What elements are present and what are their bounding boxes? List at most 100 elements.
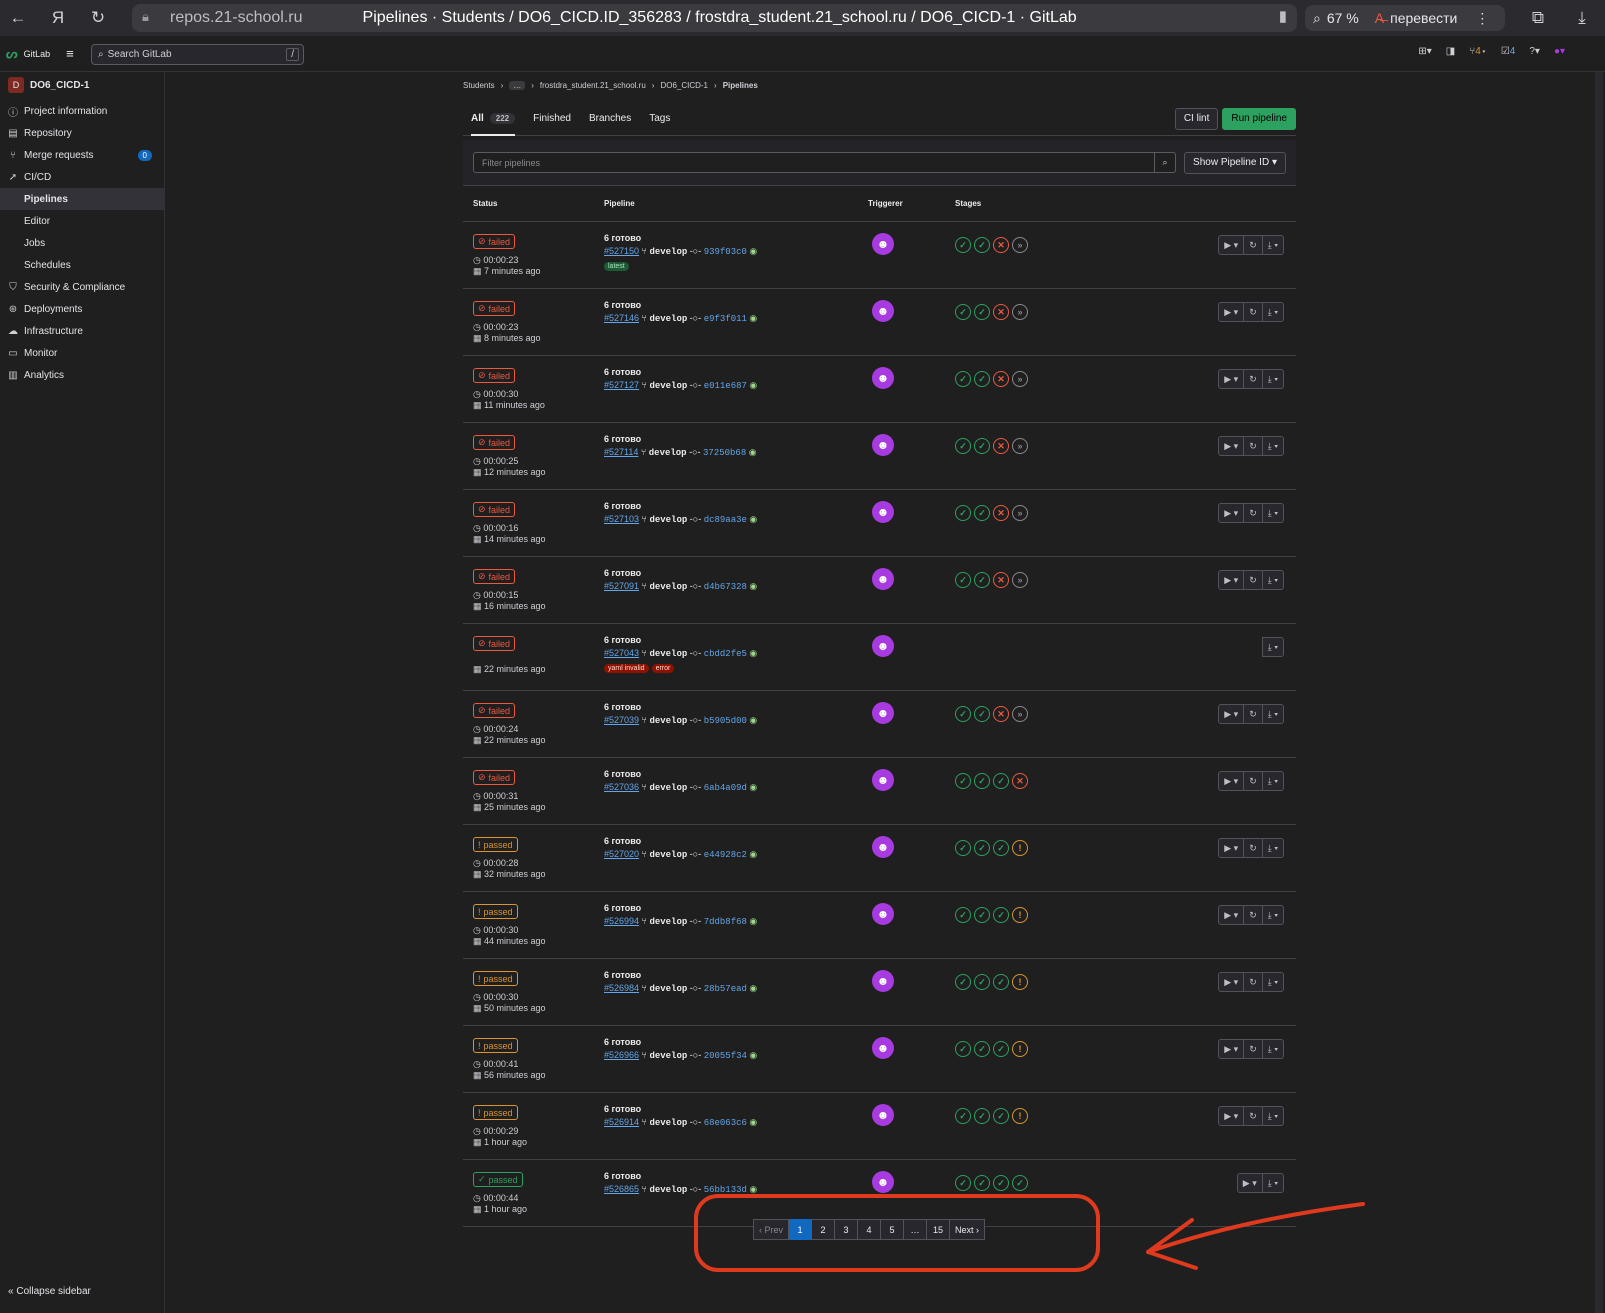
status-badge[interactable]: ! passed bbox=[473, 971, 518, 986]
sidebar-item-merge-requests[interactable]: ⑂ Merge requests 0 bbox=[0, 144, 164, 166]
stage-fail-icon[interactable]: ✕ bbox=[993, 304, 1009, 320]
stage-fail-icon[interactable]: ✕ bbox=[993, 706, 1009, 722]
pipeline-id-link[interactable]: #527091 bbox=[604, 581, 639, 591]
play-manual-button[interactable]: ▶ ▾ bbox=[1218, 704, 1245, 724]
reload-icon[interactable]: ↻ bbox=[84, 4, 112, 32]
commit-sha[interactable]: 20055f34 bbox=[704, 1051, 747, 1061]
stage-ok-icon[interactable]: ✓ bbox=[974, 572, 990, 588]
triggerer-avatar[interactable]: ☻ bbox=[872, 434, 894, 456]
issues-icon[interactable]: ◨ bbox=[1446, 46, 1455, 57]
commit-sha[interactable]: cbdd2fe5 bbox=[704, 649, 747, 659]
status-badge[interactable]: ! passed bbox=[473, 1038, 518, 1053]
stage-ok-icon[interactable]: ✓ bbox=[974, 907, 990, 923]
page-5[interactable]: 5 bbox=[881, 1219, 905, 1240]
download-artifacts-button[interactable]: ⤓ ▾ bbox=[1262, 704, 1284, 724]
stage-fail-icon[interactable]: ✕ bbox=[993, 371, 1009, 387]
stage-skip-icon[interactable]: » bbox=[1012, 304, 1028, 320]
commit-title[interactable]: 6 готово bbox=[604, 701, 757, 714]
breadcrumb-item[interactable]: frostdra_student.21_school.ru bbox=[540, 81, 646, 90]
pipeline-id-link[interactable]: #527020 bbox=[604, 849, 639, 859]
retry-button[interactable]: ↻ bbox=[1244, 1039, 1263, 1059]
pipeline-id-link[interactable]: #527146 bbox=[604, 313, 639, 323]
retry-button[interactable]: ↻ bbox=[1244, 771, 1263, 791]
stage-ok-icon[interactable]: ✓ bbox=[1012, 1175, 1028, 1191]
commit-title[interactable]: 6 готово bbox=[604, 567, 757, 580]
zoom-icon[interactable]: ⌕ bbox=[1313, 10, 1321, 27]
play-manual-button[interactable]: ▶ ▾ bbox=[1218, 436, 1245, 456]
status-badge[interactable]: ⊘ failed bbox=[473, 636, 516, 651]
stage-ok-icon[interactable]: ✓ bbox=[955, 438, 971, 454]
commit-title[interactable]: 6 готово bbox=[604, 969, 757, 982]
stage-ok-icon[interactable]: ✓ bbox=[974, 1041, 990, 1057]
stage-ok-icon[interactable]: ✓ bbox=[974, 438, 990, 454]
branch-name[interactable]: develop bbox=[649, 582, 687, 592]
commit-sha[interactable]: 37250b68 bbox=[703, 448, 746, 458]
sidebar-item-pipelines[interactable]: Pipelines bbox=[0, 188, 164, 210]
sidebar-item-ci-cd[interactable]: ➚ CI/CD bbox=[0, 166, 164, 188]
stage-warn-icon[interactable]: ! bbox=[1012, 974, 1028, 990]
status-badge[interactable]: ⊘ failed bbox=[473, 703, 516, 718]
stage-ok-icon[interactable]: ✓ bbox=[993, 1175, 1009, 1191]
stage-skip-icon[interactable]: » bbox=[1012, 505, 1028, 521]
pipeline-id-link[interactable]: #527150 bbox=[604, 246, 639, 256]
sidebar-item-analytics[interactable]: ▥ Analytics bbox=[0, 364, 164, 386]
retry-button[interactable]: ↻ bbox=[1244, 235, 1263, 255]
status-badge[interactable]: ⊘ failed bbox=[473, 569, 516, 584]
commit-sha[interactable]: e9f3f011 bbox=[704, 314, 747, 324]
pipeline-id-link[interactable]: #527039 bbox=[604, 715, 639, 725]
download-artifacts-button[interactable]: ⤓ ▾ bbox=[1262, 369, 1284, 389]
download-artifacts-button[interactable]: ⤓ ▾ bbox=[1262, 436, 1284, 456]
branch-name[interactable]: develop bbox=[649, 381, 687, 391]
commit-title[interactable]: 6 готово bbox=[604, 768, 757, 781]
branch-name[interactable]: develop bbox=[649, 984, 687, 994]
stage-fail-icon[interactable]: ✕ bbox=[993, 438, 1009, 454]
stage-ok-icon[interactable]: ✓ bbox=[955, 505, 971, 521]
status-badge[interactable]: ⊘ failed bbox=[473, 435, 516, 450]
commit-title[interactable]: 6 готово bbox=[604, 1036, 757, 1049]
merge-requests-icon[interactable]: ⑂4▾ bbox=[1469, 46, 1487, 57]
commit-sha[interactable]: 939f03c0 bbox=[704, 247, 747, 257]
triggerer-avatar[interactable]: ☻ bbox=[872, 635, 894, 657]
pipeline-id-link[interactable]: #527114 bbox=[604, 447, 638, 457]
run-pipeline-button[interactable]: Run pipeline bbox=[1222, 107, 1296, 130]
commit-title[interactable]: 6 готово bbox=[604, 835, 757, 848]
download-artifacts-button[interactable]: ⤓ ▾ bbox=[1262, 1106, 1284, 1126]
stage-ok-icon[interactable]: ✓ bbox=[993, 773, 1009, 789]
sidebar-item-editor[interactable]: Editor bbox=[0, 210, 164, 232]
brand-name[interactable]: GitLab bbox=[24, 49, 51, 59]
stage-ok-icon[interactable]: ✓ bbox=[993, 1041, 1009, 1057]
sidebar-item-security-compliance[interactable]: ⛉ Security & Compliance bbox=[0, 276, 164, 298]
stage-ok-icon[interactable]: ✓ bbox=[974, 974, 990, 990]
pipeline-id-link[interactable]: #527036 bbox=[604, 782, 639, 792]
triggerer-avatar[interactable]: ☻ bbox=[872, 769, 894, 791]
download-artifacts-button[interactable]: ⤓ ▾ bbox=[1262, 503, 1284, 523]
commit-sha[interactable]: 28b57ead bbox=[704, 984, 747, 994]
stage-ok-icon[interactable]: ✓ bbox=[974, 1108, 990, 1124]
branch-name[interactable]: develop bbox=[649, 850, 687, 860]
download-artifacts-button[interactable]: ⤓ ▾ bbox=[1262, 1039, 1284, 1059]
stage-ok-icon[interactable]: ✓ bbox=[955, 907, 971, 923]
tab-all[interactable]: All 222 bbox=[471, 112, 516, 136]
stage-ok-icon[interactable]: ✓ bbox=[955, 1175, 971, 1191]
pipeline-id-link[interactable]: #526865 bbox=[604, 1184, 639, 1194]
stage-ok-icon[interactable]: ✓ bbox=[974, 706, 990, 722]
branch-name[interactable]: develop bbox=[649, 716, 687, 726]
filter-input[interactable]: Filter pipelines ⌕ bbox=[473, 152, 1177, 173]
page-2[interactable]: 2 bbox=[812, 1219, 836, 1240]
page-1[interactable]: 1 bbox=[789, 1219, 813, 1240]
stage-ok-icon[interactable]: ✓ bbox=[974, 1175, 990, 1191]
triggerer-avatar[interactable]: ☻ bbox=[872, 233, 894, 255]
triggerer-avatar[interactable]: ☻ bbox=[872, 1037, 894, 1059]
retry-button[interactable]: ↻ bbox=[1244, 570, 1263, 590]
tab-finished[interactable]: Finished bbox=[533, 113, 571, 124]
retry-button[interactable]: ↻ bbox=[1244, 436, 1263, 456]
help-icon[interactable]: ?▾ bbox=[1529, 46, 1540, 57]
stage-ok-icon[interactable]: ✓ bbox=[955, 706, 971, 722]
triggerer-avatar[interactable]: ☻ bbox=[872, 501, 894, 523]
play-manual-button[interactable]: ▶ ▾ bbox=[1218, 905, 1245, 925]
show-pipeline-id-dropdown[interactable]: Show Pipeline ID ▾ bbox=[1184, 151, 1286, 174]
stage-warn-icon[interactable]: ! bbox=[1012, 840, 1028, 856]
stage-ok-icon[interactable]: ✓ bbox=[974, 773, 990, 789]
branch-name[interactable]: develop bbox=[649, 1051, 687, 1061]
download-artifacts-button[interactable]: ⤓ ▾ bbox=[1262, 1173, 1284, 1193]
